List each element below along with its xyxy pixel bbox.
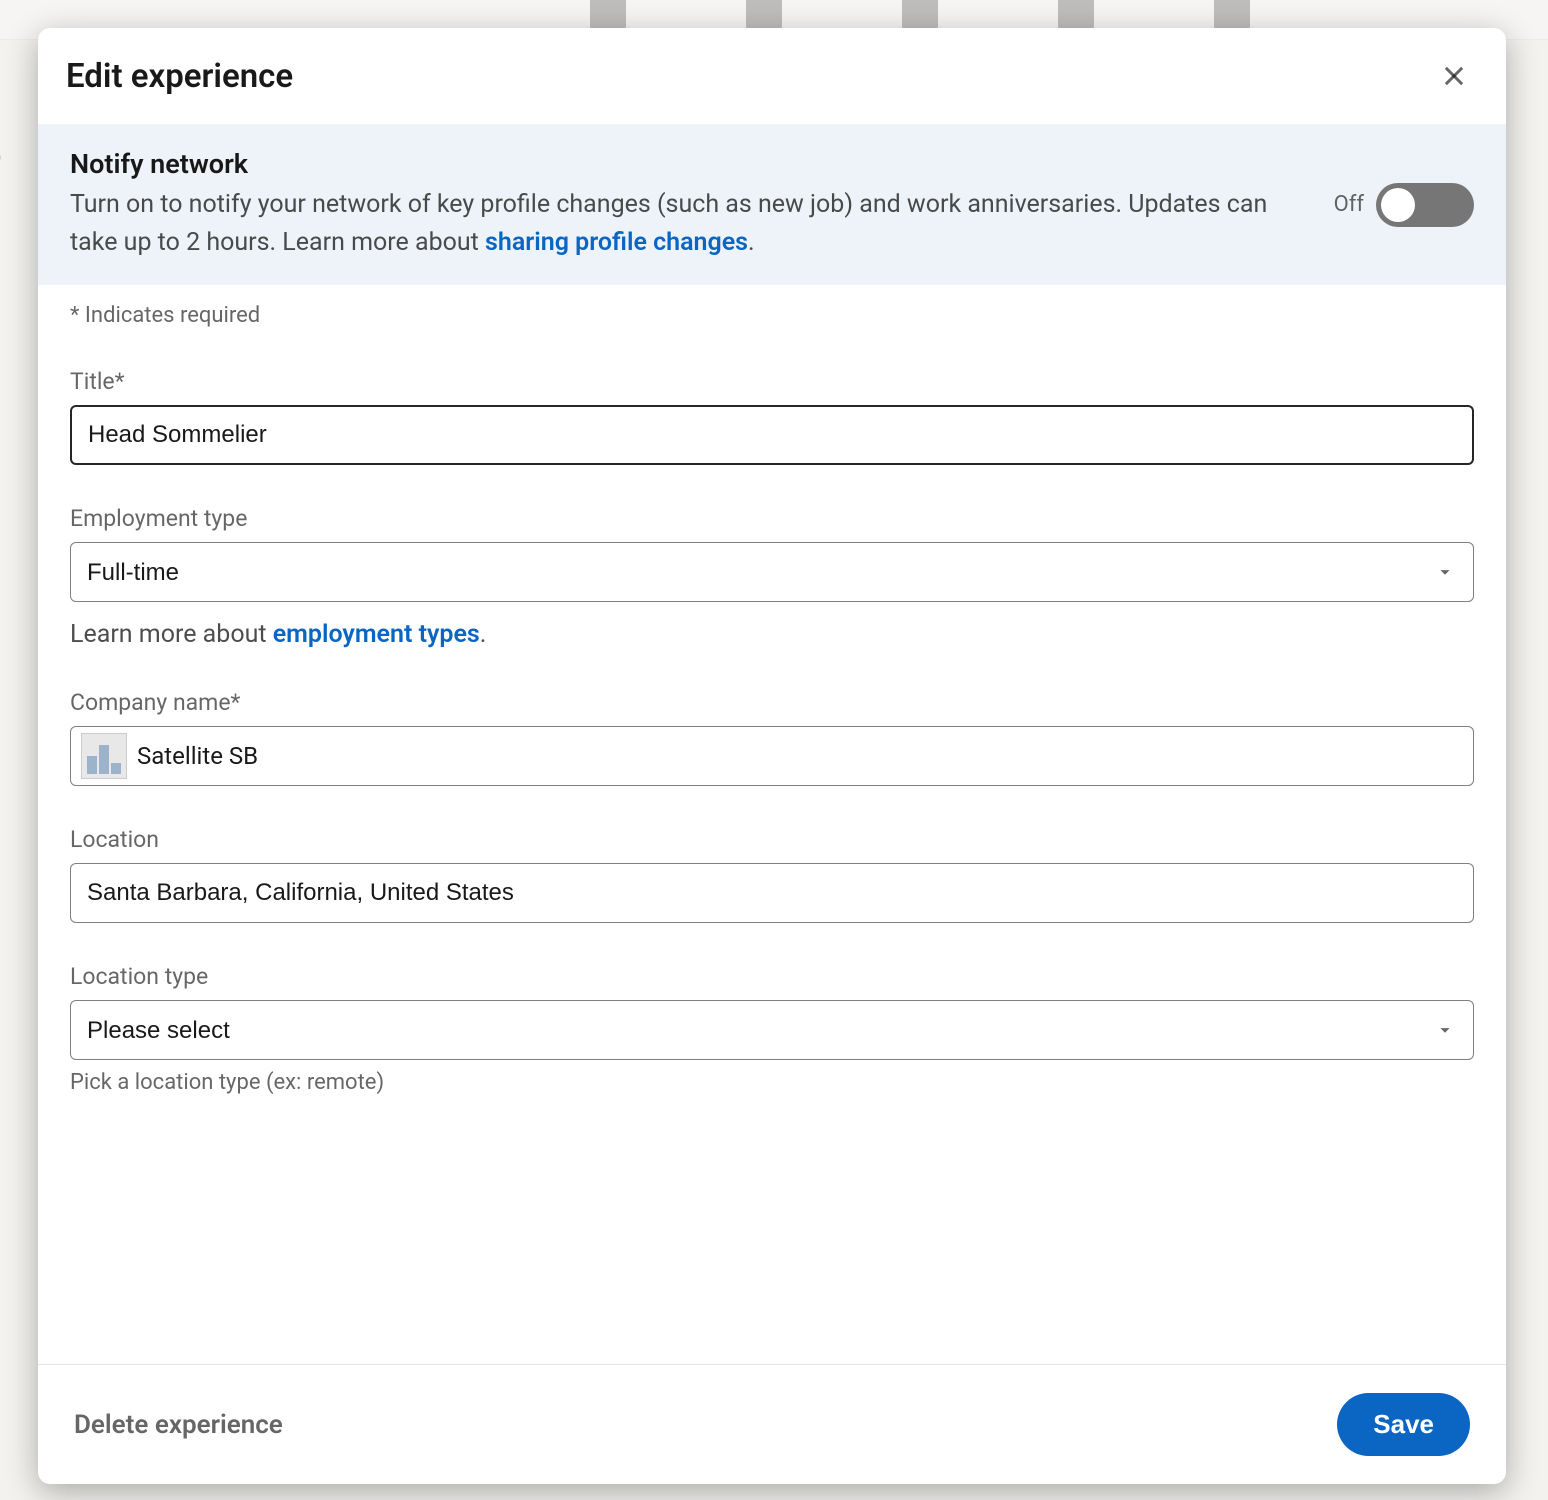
- notify-description: Turn on to notify your network of key pr…: [70, 186, 1294, 261]
- company-label: Company name*: [70, 689, 1474, 716]
- required-indicator-note: * Indicates required: [70, 303, 1474, 328]
- background-page-blur: or oull-ese, CageEcoeseitin: [0, 130, 1, 711]
- location-type-label: Location type: [70, 963, 1474, 990]
- employment-helper-text: Learn more about: [70, 620, 273, 649]
- notify-desc-period: .: [748, 228, 755, 257]
- notify-network-panel: Notify network Turn on to notify your ne…: [38, 124, 1506, 285]
- delete-experience-button[interactable]: Delete experience: [74, 1410, 283, 1440]
- toggle-state-label: Off: [1334, 192, 1364, 217]
- notify-text-block: Notify network Turn on to notify your ne…: [70, 148, 1294, 261]
- background-nav-icons: [590, 0, 1250, 30]
- notify-toggle[interactable]: [1376, 183, 1474, 227]
- location-type-select[interactable]: Please select: [70, 1000, 1474, 1060]
- location-label: Location: [70, 826, 1474, 853]
- toggle-knob: [1381, 188, 1415, 222]
- location-field-group: Location: [70, 826, 1474, 923]
- title-input[interactable]: [70, 405, 1474, 465]
- company-field-group: Company name* Satellite SB: [70, 689, 1474, 786]
- employment-type-helper: Learn more about employment types.: [70, 620, 1474, 649]
- company-input[interactable]: Satellite SB: [70, 726, 1474, 786]
- modal-footer: Delete experience Save: [38, 1364, 1506, 1484]
- location-type-hint: Pick a location type (ex: remote): [70, 1070, 1474, 1095]
- title-label: Title*: [70, 368, 1474, 395]
- modal-title: Edit experience: [66, 57, 293, 96]
- close-button[interactable]: [1430, 52, 1478, 100]
- company-logo-icon: [81, 733, 127, 779]
- employment-type-label: Employment type: [70, 505, 1474, 532]
- sharing-profile-changes-link[interactable]: sharing profile changes: [485, 228, 748, 257]
- location-input[interactable]: [70, 863, 1474, 923]
- location-type-field-group: Location type Please select Pick a locat…: [70, 963, 1474, 1095]
- notify-title: Notify network: [70, 148, 1294, 180]
- employment-types-link[interactable]: employment types: [273, 620, 480, 649]
- title-field-group: Title*: [70, 368, 1474, 465]
- employment-type-field-group: Employment type Full-time Learn more abo…: [70, 505, 1474, 649]
- save-button[interactable]: Save: [1337, 1393, 1470, 1456]
- close-icon: [1440, 62, 1468, 90]
- modal-header: Edit experience: [38, 28, 1506, 124]
- form-body: * Indicates required Title* Employment t…: [38, 285, 1506, 1364]
- edit-experience-modal: Edit experience Notify network Turn on t…: [38, 28, 1506, 1484]
- notify-toggle-wrap: Off: [1334, 183, 1474, 227]
- employment-type-select[interactable]: Full-time: [70, 542, 1474, 602]
- company-name-value: Satellite SB: [137, 742, 258, 770]
- employment-helper-period: .: [480, 620, 487, 649]
